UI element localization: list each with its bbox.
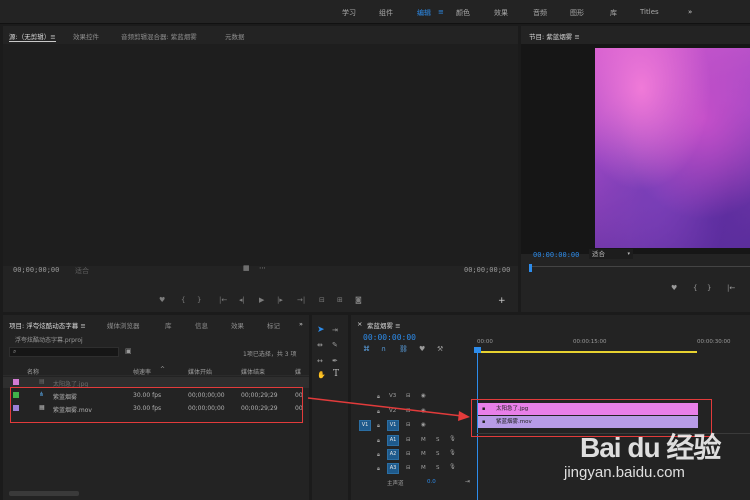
watermark: Bai du 经验 jingyan.baidu.com [560,420,745,490]
watermark-brand: Bai du 经验 [580,432,721,463]
arrow-head [458,411,470,421]
watermark-url: jingyan.baidu.com [564,464,685,481]
arrow-line [307,397,463,417]
